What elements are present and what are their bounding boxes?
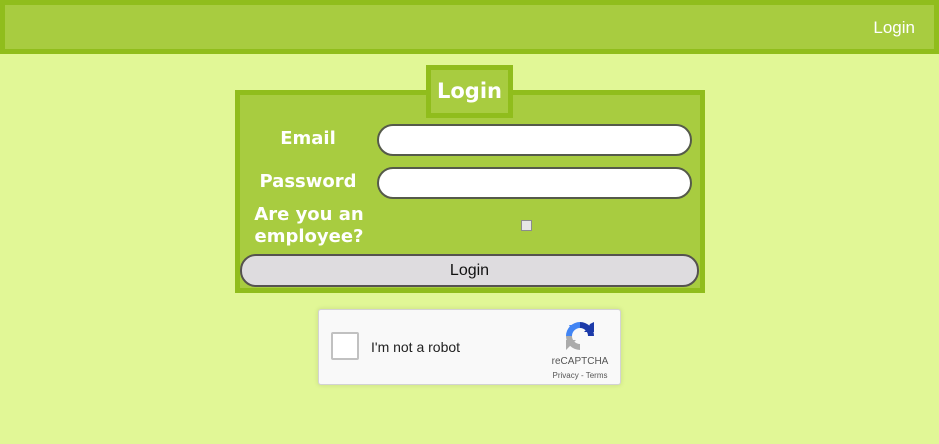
employee-label: Are you an employee?: [254, 204, 364, 247]
top-navigation-bar: Login: [0, 0, 939, 54]
login-submit-button[interactable]: Login: [240, 254, 699, 287]
recaptcha-widget: I'm not a robot reCAPTCHA Privacy - Term…: [318, 309, 621, 385]
login-form-title: Login: [426, 65, 513, 118]
email-field[interactable]: [377, 124, 692, 156]
employee-checkbox[interactable]: [521, 220, 532, 231]
password-field[interactable]: [377, 167, 692, 199]
email-label: Email: [280, 128, 336, 149]
recaptcha-logo-icon: [566, 322, 594, 350]
recaptcha-privacy-link[interactable]: Privacy: [553, 371, 579, 380]
recaptcha-brand: reCAPTCHA: [551, 356, 609, 367]
nav-login-link[interactable]: Login: [873, 18, 915, 38]
password-label: Password: [259, 171, 357, 192]
recaptcha-link-separator: -: [578, 371, 586, 380]
recaptcha-terms-link[interactable]: Terms: [586, 371, 608, 380]
recaptcha-links: Privacy - Terms: [545, 371, 615, 380]
recaptcha-checkbox[interactable]: [331, 332, 359, 360]
recaptcha-label: I'm not a robot: [371, 339, 461, 355]
